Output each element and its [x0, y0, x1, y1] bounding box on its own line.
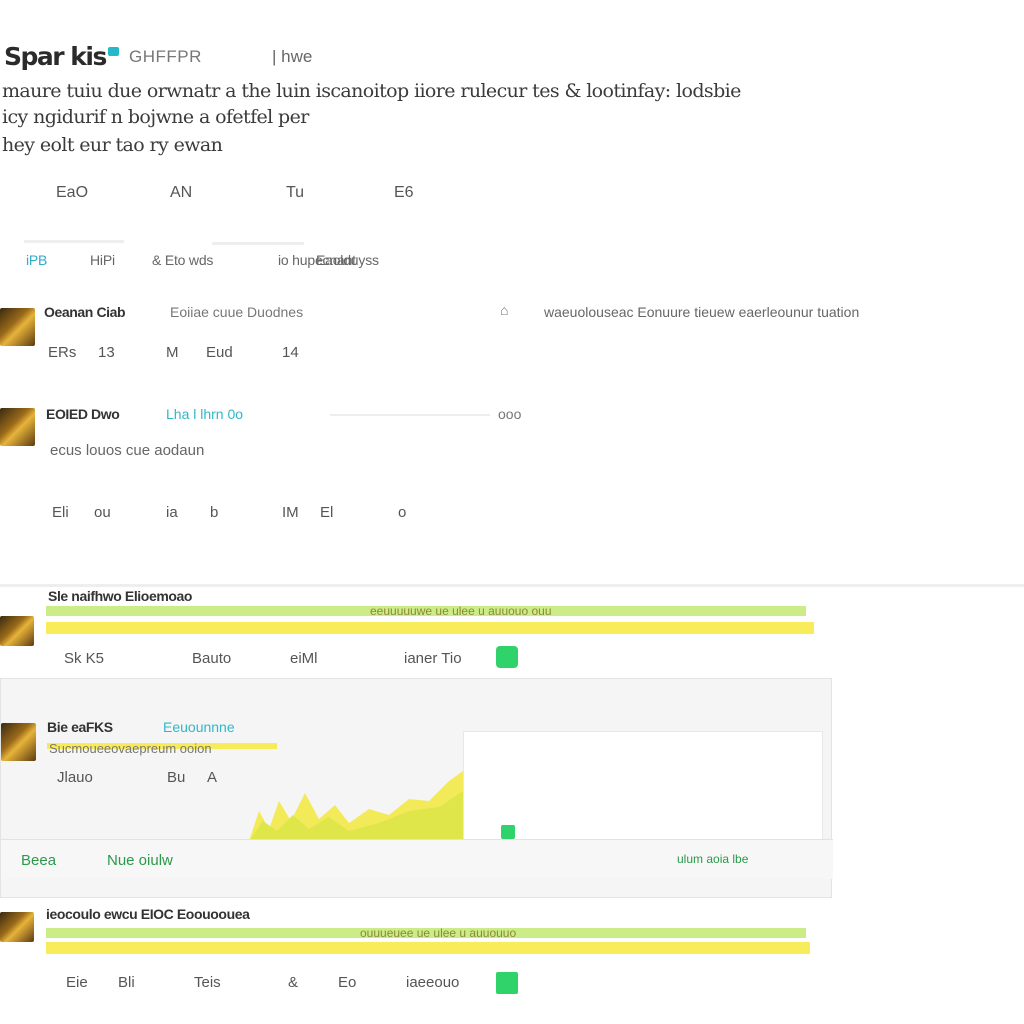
footer-right[interactable]: ulum aoia lbe [677, 852, 748, 866]
stat-3[interactable]: Tu [286, 184, 304, 202]
action-1[interactable]: Jlauo [57, 769, 93, 786]
feed-post: EOIED Dwo Lha l lhrn 0o ooo ecus louos c… [0, 400, 1024, 540]
action-5[interactable]: IM [282, 504, 299, 521]
post-divider [330, 414, 490, 416]
footer-mid[interactable]: Nue oiulw [107, 852, 173, 869]
action-1[interactable]: Sk K5 [64, 650, 104, 667]
action-6[interactable]: El [320, 504, 333, 521]
action-2[interactable]: ou [94, 504, 111, 521]
status-indicator [496, 646, 518, 668]
action-3[interactable]: A [207, 769, 217, 786]
post-subline: Sucmoueeovaepreum ooion [49, 741, 212, 756]
post-author[interactable]: ieocoulo ewcu EIOC Eoouoouea [46, 906, 250, 922]
action-1[interactable]: Eli [52, 504, 69, 521]
action-1[interactable]: ERs [48, 344, 76, 361]
action-2[interactable]: Bli [118, 974, 135, 991]
action-1[interactable]: Eie [66, 974, 88, 991]
post-meta: Lha l lhrn 0o [166, 406, 244, 422]
stat-2[interactable]: AN [170, 184, 192, 202]
media-post-card: Bie eaFKS Eeuounnne Sucmoueeovaepreum oo… [0, 678, 833, 898]
profile-handle[interactable]: GHFFPR [129, 47, 202, 67]
post-text: ecus louos cue aodaun [50, 442, 205, 459]
post-author[interactable]: Bie eaFKS [47, 719, 113, 735]
action-2[interactable]: Bu [167, 769, 185, 786]
action-7[interactable]: o [398, 504, 406, 521]
action-2[interactable]: Bauto [192, 650, 231, 667]
stat-4[interactable]: E6 [394, 184, 414, 202]
highlight-bar [46, 622, 814, 634]
highlight-bar [46, 942, 810, 954]
feed-post: Sle naifhwo Elioemoao eeuuuuuwe ue ulee … [0, 586, 1024, 676]
profile-header: Spar kis GHFFPR | hwe [0, 40, 1024, 74]
card-footer: Beea Nue oiulw ulum aoia lbe [1, 839, 833, 879]
bio-line-1: maure tuiu due orwnatr a the luin iscano… [2, 80, 741, 102]
action-3[interactable]: eiMl [290, 650, 318, 667]
post-thumbnail[interactable] [0, 308, 35, 346]
post-thumbnail[interactable] [0, 408, 35, 446]
post-thumbnail[interactable] [0, 616, 34, 646]
post-thumbnail[interactable] [1, 723, 36, 761]
profile-name: Spar kis [4, 42, 107, 71]
tab-indicator [24, 240, 124, 243]
bio-line-3: hey eolt eur tao ry ewan [2, 134, 223, 156]
post-meta: Eoiiae cuue Duodnes [170, 304, 304, 320]
post-author[interactable]: EOIED Dwo [46, 406, 120, 422]
profile-tabs: iPB HiPi & Eto wds io hupecnant Eaolduys… [0, 240, 1024, 274]
highlight-text: ouuueuee ue ulee u auuouuo [360, 926, 517, 940]
highlight-text: eeuuuuuwe ue ulee u auuouo ouu [370, 604, 552, 618]
feed-post: Oeanan Ciab Eoiiae cuue Duodnes ⌂ waeuol… [0, 300, 1024, 380]
action-3[interactable]: ia [166, 504, 178, 521]
action-3[interactable]: Teis [194, 974, 221, 991]
media-preview[interactable] [463, 731, 823, 847]
bio-line-2: icy ngidurif n bojwne a ofetfel per [2, 106, 309, 128]
tab-5[interactable]: Eaolduyss [316, 252, 379, 268]
action-2[interactable]: 13 [98, 344, 115, 361]
footer-left[interactable]: Beea [21, 852, 56, 869]
media-image[interactable] [249, 771, 463, 841]
stat-1[interactable]: EaO [56, 184, 88, 202]
action-5[interactable]: 14 [282, 344, 299, 361]
action-3[interactable]: M [166, 344, 179, 361]
post-side-meta: ooo [498, 406, 522, 422]
post-thumbnail[interactable] [0, 912, 34, 942]
action-4[interactable]: Eud [206, 344, 233, 361]
action-4[interactable]: & [288, 974, 298, 991]
status-indicator [501, 825, 515, 839]
profile-suffix: | hwe [272, 47, 313, 66]
action-6[interactable]: iaeeouo [406, 974, 459, 991]
action-4[interactable]: ianer Tio [404, 650, 462, 667]
action-4[interactable]: b [210, 504, 218, 521]
more-icon[interactable]: ⌂ [500, 302, 508, 318]
verified-icon [108, 47, 119, 56]
tab-indicator-secondary [212, 242, 304, 245]
status-indicator [496, 972, 518, 994]
post-meta: Eeuounnne [163, 719, 235, 735]
tab-3[interactable]: & Eto wds [152, 252, 213, 268]
post-author[interactable]: Sle naifhwo Elioemoao [48, 588, 192, 604]
post-side-text: waeuolouseac Eonuure tieuew eaerleounur … [544, 304, 860, 320]
post-author[interactable]: Oeanan Ciab [44, 304, 126, 320]
feed-post: ieocoulo ewcu EIOC Eoouoouea ouuueuee ue… [0, 904, 1024, 1004]
tab-1[interactable]: iPB [26, 252, 47, 268]
action-5[interactable]: Eo [338, 974, 356, 991]
tab-2[interactable]: HiPi [90, 252, 115, 268]
